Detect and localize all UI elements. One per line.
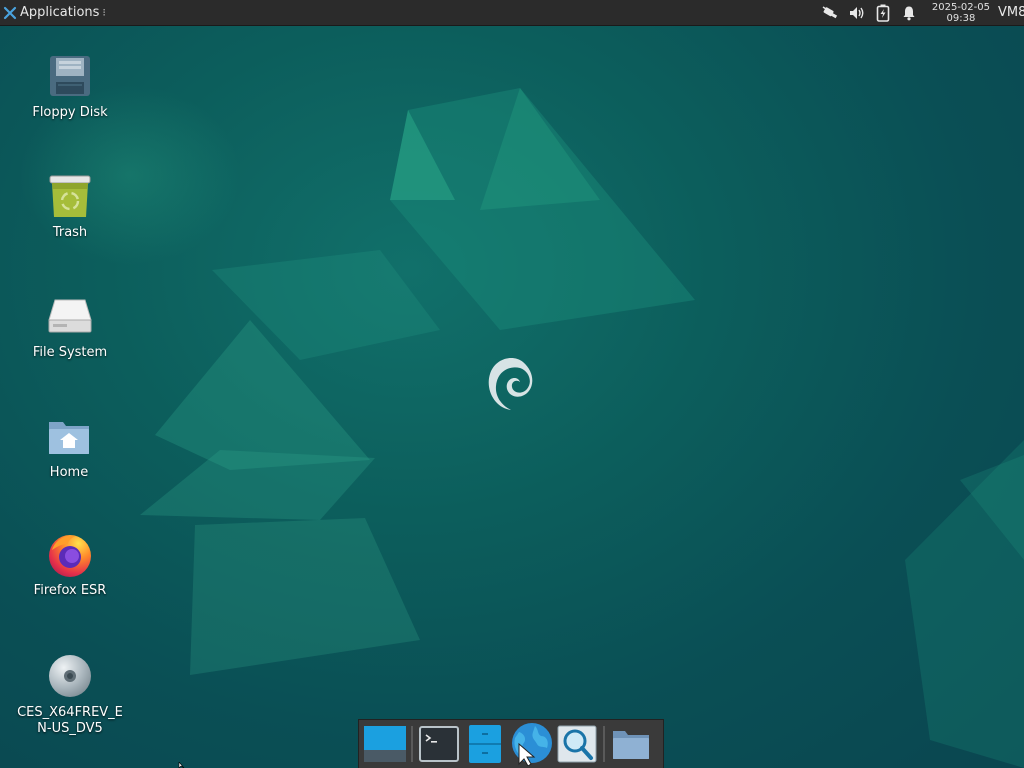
applications-menu-button[interactable]: Applications ⁝ bbox=[0, 0, 112, 25]
mouse-cursor-icon bbox=[178, 762, 185, 768]
web-browser-button[interactable] bbox=[509, 722, 553, 766]
desktop-screen: Applications ⁝ 2025-02-05 09:38 VM8 Flop… bbox=[0, 0, 1024, 768]
desktop-icon-home[interactable]: Home bbox=[14, 412, 124, 481]
desktop-icon-floppy-disk[interactable]: Floppy Disk bbox=[15, 52, 125, 121]
notification-bell-icon[interactable] bbox=[899, 3, 919, 23]
clock-time: 09:38 bbox=[946, 12, 976, 24]
desktop-icon-label: Home bbox=[49, 465, 89, 480]
show-desktop-icon bbox=[364, 726, 406, 762]
desktop-icon-label: Floppy Disk bbox=[32, 105, 108, 120]
floppy-disk-icon bbox=[46, 52, 94, 100]
terminal-button[interactable] bbox=[417, 722, 461, 766]
hard-drive-icon bbox=[46, 292, 94, 340]
app-finder-icon bbox=[557, 725, 597, 763]
applications-label: Applications bbox=[20, 5, 100, 20]
desktop-icon-label: Firefox ESR bbox=[33, 583, 107, 598]
app-finder-button[interactable] bbox=[555, 722, 599, 766]
xfce-logo-icon bbox=[3, 6, 17, 19]
show-desktop-button[interactable] bbox=[363, 722, 407, 766]
firefox-icon bbox=[46, 530, 94, 578]
dock-panel bbox=[358, 719, 664, 768]
battery-icon[interactable] bbox=[873, 3, 893, 23]
menu-handle-icon: ⁝ bbox=[102, 6, 106, 19]
optical-disc-icon bbox=[46, 652, 94, 700]
clock[interactable]: 2025-02-05 09:38 bbox=[932, 2, 990, 24]
desktop-icon-trash[interactable]: Trash bbox=[15, 172, 125, 241]
desktop-icon-firefox[interactable]: Firefox ESR bbox=[15, 530, 125, 599]
web-browser-icon bbox=[512, 723, 552, 766]
volume-icon[interactable] bbox=[847, 3, 867, 23]
folder-icon bbox=[613, 731, 649, 759]
system-tray: 2025-02-05 09:38 VM8 bbox=[818, 0, 1024, 25]
clock-date: 2025-02-05 bbox=[931, 1, 990, 13]
desktop-icon-file-system[interactable]: File System bbox=[15, 292, 125, 361]
trash-icon bbox=[46, 172, 94, 220]
desktop-icon-label: CES_X64FREV_EN-US_DV5 bbox=[17, 705, 123, 736]
dock-separator bbox=[411, 726, 413, 762]
network-wired-icon[interactable] bbox=[821, 3, 841, 23]
desktop-icon-label: Trash bbox=[52, 225, 88, 240]
desktop-icon-optical-disc[interactable]: CES_X64FREV_EN-US_DV5 bbox=[15, 652, 125, 737]
dock-separator bbox=[603, 726, 605, 762]
folder-button[interactable] bbox=[609, 722, 653, 766]
top-panel: Applications ⁝ 2025-02-05 09:38 VM8 bbox=[0, 0, 1024, 26]
terminal-icon bbox=[419, 726, 459, 762]
home-folder-icon bbox=[45, 412, 93, 460]
debian-swirl-icon bbox=[488, 358, 533, 410]
file-manager-button[interactable] bbox=[463, 722, 507, 766]
desktop-icon-label: File System bbox=[32, 345, 108, 360]
file-manager-icon bbox=[469, 725, 501, 763]
user-menu[interactable]: VM8 bbox=[998, 5, 1024, 20]
